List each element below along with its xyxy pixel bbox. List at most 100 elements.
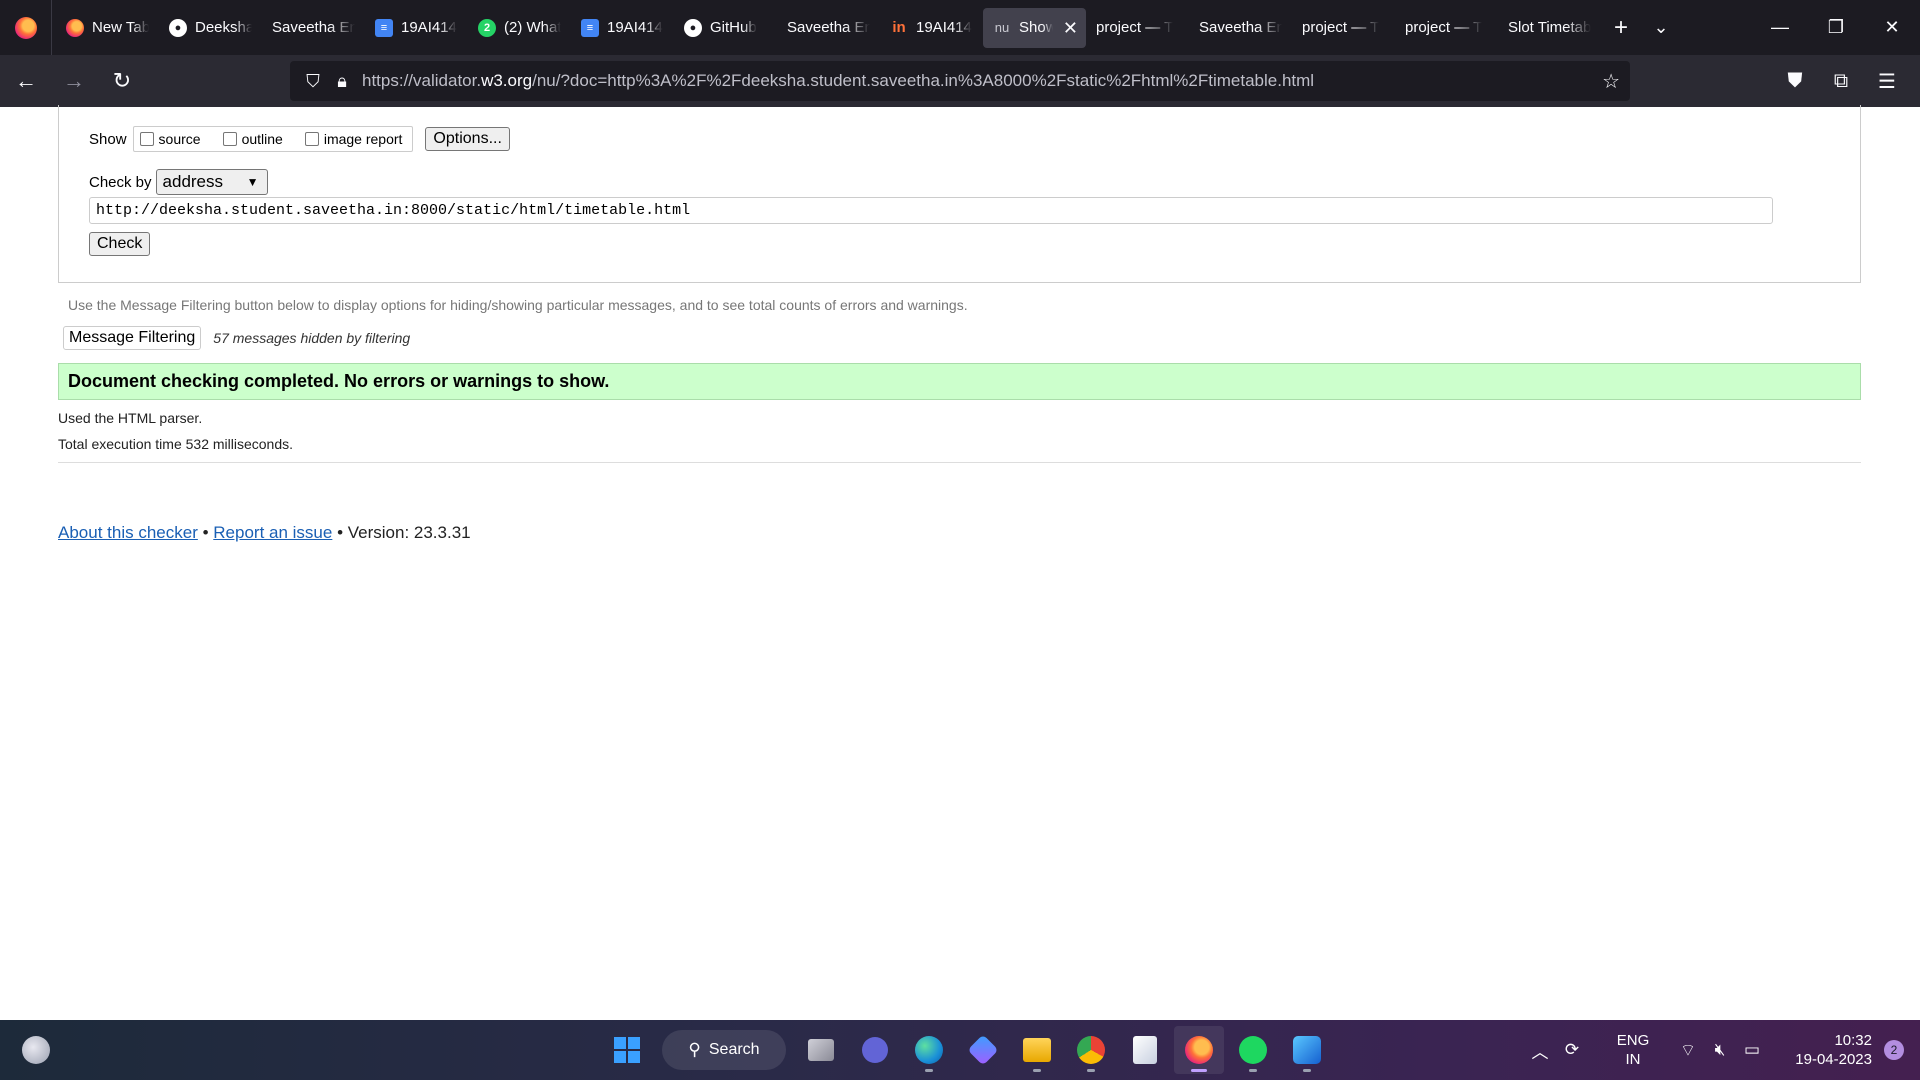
execution-time-info: Total execution time 532 milliseconds. bbox=[58, 436, 294, 452]
outline-checkbox[interactable] bbox=[222, 132, 237, 146]
reload-icon[interactable]: ↻ bbox=[100, 59, 144, 103]
options-button[interactable]: Options... bbox=[425, 127, 510, 151]
docs-icon: ≡ bbox=[375, 18, 393, 37]
option-outline[interactable]: outline bbox=[222, 131, 283, 147]
footer: About this checker • Report an issue • V… bbox=[58, 523, 471, 543]
check-form-fieldset: Show source outline image report Options… bbox=[58, 105, 1861, 283]
url-prefix: https://validator. bbox=[362, 71, 482, 90]
back-arrow-icon[interactable]: ← bbox=[4, 59, 48, 103]
teams-chat-icon[interactable] bbox=[850, 1026, 900, 1074]
tab-whatsapp[interactable]: 2 (2) WhatsApp bbox=[468, 8, 571, 48]
tab-label: Saveetha Engineering bbox=[1199, 19, 1282, 36]
task-view-icon[interactable] bbox=[796, 1026, 846, 1074]
image-report-checkbox[interactable] bbox=[304, 132, 319, 146]
github-icon: ● bbox=[169, 18, 187, 37]
new-tab-plus-icon[interactable]: + bbox=[1601, 8, 1641, 48]
speaker-muted-icon[interactable]: 🔇︎ bbox=[1704, 1040, 1736, 1060]
firefox-view-button[interactable] bbox=[0, 0, 52, 55]
url-suffix: /nu/?doc=http%3A%2F%2Fdeeksha.student.sa… bbox=[532, 71, 1315, 90]
hidden-messages-count: 57 messages hidden by filtering bbox=[213, 330, 411, 346]
tab-saveetha[interactable]: Saveetha Engineering bbox=[262, 8, 365, 48]
tab-label: GitHub bbox=[710, 19, 757, 36]
ms-logo-icon: in bbox=[892, 19, 906, 36]
show-options-row: Show source outline image report Options… bbox=[89, 126, 510, 152]
extensions-puzzle-icon[interactable]: ⧉ bbox=[1818, 59, 1864, 103]
source-checkbox[interactable] bbox=[139, 132, 154, 146]
validator-page: Show source outline image report Options… bbox=[0, 105, 1920, 1020]
system-tray: ︿ ⟳ ENG IN ⌔ 🔇︎ ▭ 10:32 19-04-2023 2 bbox=[1524, 1020, 1920, 1080]
restore-icon[interactable]: ❐ bbox=[1808, 0, 1864, 55]
tab-project-3[interactable]: project — T bbox=[1395, 8, 1498, 48]
minimize-icon[interactable]: — bbox=[1752, 0, 1808, 55]
time: 10:32 bbox=[1834, 1032, 1872, 1049]
close-window-icon[interactable]: ✕ bbox=[1864, 0, 1920, 55]
file-explorer-icon[interactable] bbox=[1012, 1026, 1062, 1074]
tab-label: 19AI414 bbox=[916, 19, 972, 36]
option-source[interactable]: source bbox=[139, 131, 201, 147]
python-editor-icon[interactable] bbox=[1120, 1026, 1170, 1074]
tracking-shield-icon[interactable]: ⛉ bbox=[296, 61, 330, 101]
tab-project-1[interactable]: project — T bbox=[1086, 8, 1189, 48]
check-by-row: Check by address ▼ bbox=[89, 169, 268, 195]
tab-new-tab[interactable]: New Tab bbox=[56, 8, 159, 48]
list-all-tabs-chevron-icon[interactable]: ⌄ bbox=[1641, 8, 1681, 48]
hamburger-menu-icon[interactable]: ☰ bbox=[1864, 59, 1910, 103]
taskbar-search[interactable]: ⚲ Search bbox=[662, 1030, 786, 1070]
forward-arrow-icon[interactable]: → bbox=[52, 59, 96, 103]
chrome-icon[interactable] bbox=[1066, 1026, 1116, 1074]
tab-github[interactable]: ● GitHub bbox=[674, 8, 777, 48]
url-text[interactable]: https://validator.w3.org/nu/?doc=http%3A… bbox=[362, 71, 1314, 91]
docs-icon: ≡ bbox=[581, 18, 599, 37]
tab-project-2[interactable]: project — T bbox=[1292, 8, 1395, 48]
toolbar-right: ⛊ ⧉ ☰ bbox=[1772, 59, 1910, 103]
tab-19ai414-ms[interactable]: in 19AI414 bbox=[880, 8, 983, 48]
notification-badge[interactable]: 2 bbox=[1884, 1040, 1904, 1060]
option-image-report[interactable]: image report bbox=[304, 131, 402, 147]
document-url-input[interactable]: http://deeksha.student.saveetha.in:8000/… bbox=[89, 197, 1773, 224]
firefox-taskbar-icon[interactable] bbox=[1174, 1026, 1224, 1074]
tab-label: New Tab bbox=[92, 19, 149, 36]
tab-19ai414-doc-2[interactable]: ≡ 19AI414 bbox=[571, 8, 674, 48]
tab-19ai414-doc[interactable]: ≡ 19AI414 bbox=[365, 8, 468, 48]
tab-strip: New Tab ● Deeksha Saveetha Engineering ≡… bbox=[0, 0, 1920, 55]
show-label: Show bbox=[89, 130, 127, 148]
spotify-icon[interactable] bbox=[1228, 1026, 1278, 1074]
weather-widget-icon[interactable] bbox=[22, 1036, 50, 1064]
edge-icon[interactable] bbox=[904, 1026, 954, 1074]
pocket-icon[interactable]: ⛊ bbox=[1772, 59, 1818, 103]
chevron-up-icon[interactable]: ︿ bbox=[1524, 1038, 1556, 1063]
whatsapp-icon: 2 bbox=[478, 18, 496, 37]
check-button[interactable]: Check bbox=[89, 232, 151, 256]
copilot-icon[interactable] bbox=[958, 1026, 1008, 1074]
firefox-icon bbox=[14, 16, 37, 39]
url-domain: w3.org bbox=[481, 71, 533, 90]
wifi-icon[interactable]: ⌔ bbox=[1672, 1040, 1704, 1061]
language-indicator[interactable]: ENG IN bbox=[1606, 1031, 1660, 1069]
tab-validator-active[interactable]: nu Showing results ✕ bbox=[983, 7, 1086, 48]
sync-icon[interactable]: ⟳ bbox=[1556, 1040, 1588, 1060]
about-checker-link[interactable]: About this checker bbox=[58, 523, 198, 542]
message-filtering-button[interactable]: Message Filtering bbox=[63, 326, 202, 350]
option-label: outline bbox=[241, 131, 283, 147]
check-by-value: address bbox=[162, 172, 224, 191]
address-bar[interactable]: ⛉ 🔒︎ https://validator.w3.org/nu/?doc=ht… bbox=[290, 61, 1630, 101]
tab-label: Deeksha bbox=[195, 19, 252, 36]
battery-icon[interactable]: ▭ bbox=[1736, 1040, 1768, 1060]
tab-github-deeksha[interactable]: ● Deeksha bbox=[159, 8, 262, 48]
check-by-select[interactable]: address ▼ bbox=[155, 169, 268, 195]
report-issue-link[interactable]: Report an issue bbox=[213, 523, 332, 542]
tab-label: 19AI414 bbox=[401, 19, 457, 36]
bookmark-star-icon[interactable]: ☆ bbox=[1602, 69, 1620, 94]
tab-label: project — T bbox=[1302, 19, 1380, 36]
filter-info-text: Use the Message Filtering button below t… bbox=[68, 297, 968, 313]
github-icon: ● bbox=[684, 18, 702, 37]
tabs-list: New Tab ● Deeksha Saveetha Engineering ≡… bbox=[52, 0, 1681, 55]
tab-slot-timetable[interactable]: Slot Timetable bbox=[1498, 8, 1601, 48]
clock[interactable]: 10:32 19-04-2023 bbox=[1786, 1031, 1872, 1069]
start-button[interactable] bbox=[602, 1026, 652, 1074]
lock-icon[interactable]: 🔒︎ bbox=[330, 61, 354, 101]
tab-saveetha-2[interactable]: Saveetha Engineering bbox=[777, 8, 880, 48]
close-tab-icon[interactable]: ✕ bbox=[1063, 18, 1078, 39]
tab-saveetha-3[interactable]: Saveetha Engineering bbox=[1189, 8, 1292, 48]
snipping-tool-icon[interactable] bbox=[1282, 1026, 1332, 1074]
